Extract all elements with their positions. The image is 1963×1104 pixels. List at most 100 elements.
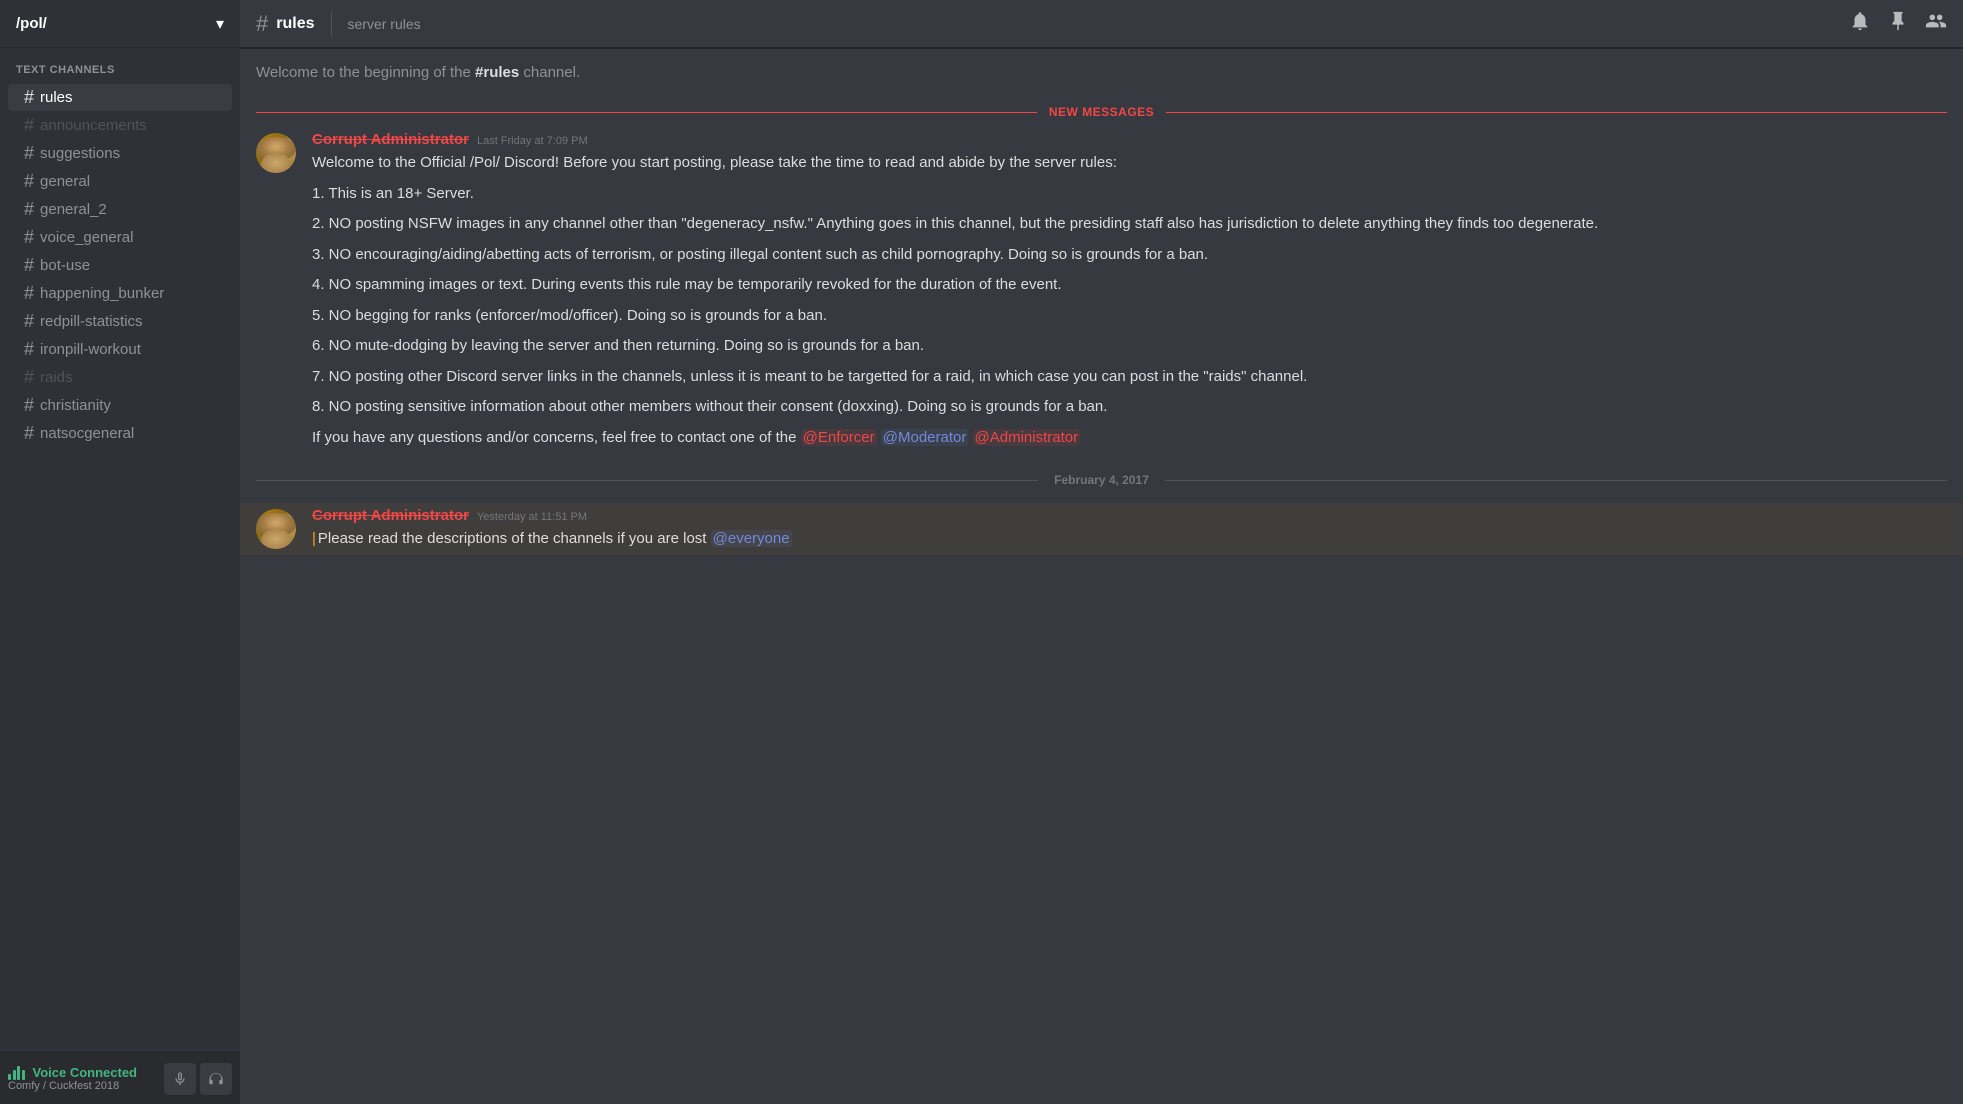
channel-name-suggestions: suggestions	[40, 145, 120, 162]
sidebar-item-announcements[interactable]: # announcements	[8, 112, 232, 139]
voice-status: Voice Connected	[8, 1065, 137, 1080]
sidebar-item-raids[interactable]: # raids	[8, 364, 232, 391]
voice-bar-1	[8, 1074, 11, 1080]
message-text-1: Welcome to the Official /Pol/ Discord! B…	[312, 152, 1947, 449]
hash-icon: #	[24, 199, 34, 220]
header-divider	[331, 12, 332, 36]
sidebar-item-happening-bunker[interactable]: # happening_bunker	[8, 280, 232, 307]
channel-name-ironpill-workout: ironpill-workout	[40, 341, 141, 358]
server-header[interactable]: /pol/ ▾	[0, 0, 240, 48]
channel-header-icons	[1849, 10, 1947, 38]
admin-mention: @Administrator	[973, 429, 1081, 446]
message-author-2: Corrupt Administrator	[312, 507, 469, 524]
main-content: # rules server rules	[240, 0, 1963, 1104]
sidebar-item-suggestions[interactable]: # suggestions	[8, 140, 232, 167]
channel-name-happening-bunker: happening_bunker	[40, 285, 164, 302]
channel-header-name: rules	[276, 15, 314, 33]
rule-intro: Welcome to the Official /Pol/ Discord! B…	[312, 152, 1947, 175]
new-messages-line-left	[256, 112, 1037, 113]
sidebar-item-natsocgeneral[interactable]: # natsocgeneral	[8, 420, 232, 447]
messages-area[interactable]: Welcome to the beginning of the #rules c…	[240, 48, 1963, 1104]
channel-name-announcements: announcements	[40, 117, 147, 134]
chevron-down-icon: ▾	[216, 14, 224, 34]
hash-icon: #	[24, 115, 34, 136]
notification-bell-icon[interactable]	[1849, 10, 1871, 38]
message-highlight-bar: |	[312, 530, 316, 547]
date-line-right	[1165, 480, 1947, 481]
new-messages-label: NEW MESSAGES	[1037, 105, 1166, 119]
rule-7: 7. NO posting other Discord server links…	[312, 366, 1947, 389]
voice-bar-2	[13, 1070, 16, 1080]
avatar-1	[256, 133, 296, 173]
voice-info: Voice Connected Comfy / Cuckfest 2018	[8, 1065, 137, 1092]
channel-name-rules: rules	[40, 89, 73, 106]
rule-3: 3. NO encouraging/aiding/abetting acts o…	[312, 244, 1947, 267]
rule-8: 8. NO posting sensitive information abou…	[312, 396, 1947, 419]
new-messages-divider: NEW MESSAGES	[240, 105, 1963, 119]
message-author-1: Corrupt Administrator	[312, 131, 469, 148]
hash-icon: #	[24, 255, 34, 276]
hash-icon: #	[24, 339, 34, 360]
channel-mention: #rules	[475, 64, 519, 81]
voice-controls	[164, 1063, 232, 1095]
hash-icon: #	[24, 283, 34, 304]
contact-line: If you have any questions and/or concern…	[312, 427, 1947, 450]
voice-section: Voice Connected Comfy / Cuckfest 2018	[0, 1052, 240, 1104]
avatar-2	[256, 509, 296, 549]
microphone-icon	[172, 1071, 188, 1087]
text-channels-label: TEXT CHANNELS	[0, 64, 240, 80]
sidebar-item-voice-general[interactable]: # voice_general	[8, 224, 232, 251]
channel-header-topic: server rules	[348, 16, 421, 32]
sidebar-item-general2[interactable]: # general_2	[8, 196, 232, 223]
message-header-1: Corrupt Administrator Last Friday at 7:0…	[312, 131, 1947, 148]
moderator-mention: @Moderator	[881, 429, 969, 446]
everyone-mention: @everyone	[711, 530, 792, 547]
rule-1: 1. This is an 18+ Server.	[312, 183, 1947, 206]
channel-name-bot-use: bot-use	[40, 257, 90, 274]
message-timestamp-2: Yesterday at 11:51 PM	[477, 511, 587, 523]
channel-header: # rules server rules	[240, 0, 1963, 48]
channels-list: TEXT CHANNELS # rules # announcements # …	[0, 48, 240, 1052]
channel-start-message: Welcome to the beginning of the #rules c…	[240, 64, 1963, 97]
channel-header-hash-icon: #	[256, 11, 268, 37]
message-content-1: Corrupt Administrator Last Friday at 7:0…	[312, 131, 1947, 449]
sidebar-item-bot-use[interactable]: # bot-use	[8, 252, 232, 279]
sidebar-item-redpill-statistics[interactable]: # redpill-statistics	[8, 308, 232, 335]
message-header-2: Corrupt Administrator Yesterday at 11:51…	[312, 507, 1947, 524]
hash-icon: #	[24, 87, 34, 108]
hash-icon: #	[24, 423, 34, 444]
date-divider: February 4, 2017	[240, 457, 1963, 503]
message-group-2: Corrupt Administrator Yesterday at 11:51…	[240, 503, 1963, 555]
server-name: /pol/	[16, 15, 47, 32]
message-content-2: Corrupt Administrator Yesterday at 11:51…	[312, 507, 1947, 551]
voice-bar-4	[22, 1070, 25, 1080]
channel-name-raids: raids	[40, 369, 73, 386]
new-messages-line-right	[1166, 112, 1947, 113]
members-icon[interactable]	[1925, 10, 1947, 38]
message-group-1: Corrupt Administrator Last Friday at 7:0…	[240, 127, 1963, 453]
sidebar-item-general[interactable]: # general	[8, 168, 232, 195]
sidebar: /pol/ ▾ TEXT CHANNELS # rules # announce…	[0, 0, 240, 1104]
sidebar-item-ironpill-workout[interactable]: # ironpill-workout	[8, 336, 232, 363]
hash-icon: #	[24, 367, 34, 388]
sidebar-item-rules[interactable]: # rules	[8, 84, 232, 111]
enforcer-mention: @Enforcer	[801, 429, 877, 446]
rule-2: 2. NO posting NSFW images in any channel…	[312, 213, 1947, 236]
hash-icon: #	[24, 395, 34, 416]
hash-icon: #	[24, 171, 34, 192]
voice-connected-label: Voice Connected	[33, 1065, 138, 1080]
voice-mute-button[interactable]	[164, 1063, 196, 1095]
channel-name-general: general	[40, 173, 90, 190]
hash-icon: #	[24, 143, 34, 164]
channel-name-christianity: christianity	[40, 397, 111, 414]
hash-icon: #	[24, 227, 34, 248]
hash-icon: #	[24, 311, 34, 332]
voice-deafen-button[interactable]	[200, 1063, 232, 1095]
channel-name-natsocgeneral: natsocgeneral	[40, 425, 134, 442]
channel-name-redpill-statistics: redpill-statistics	[40, 313, 143, 330]
rule-4: 4. NO spamming images or text. During ev…	[312, 274, 1947, 297]
rule-5: 5. NO begging for ranks (enforcer/mod/of…	[312, 305, 1947, 328]
sidebar-item-christianity[interactable]: # christianity	[8, 392, 232, 419]
pin-icon[interactable]	[1887, 10, 1909, 38]
voice-bar-3	[17, 1066, 20, 1080]
